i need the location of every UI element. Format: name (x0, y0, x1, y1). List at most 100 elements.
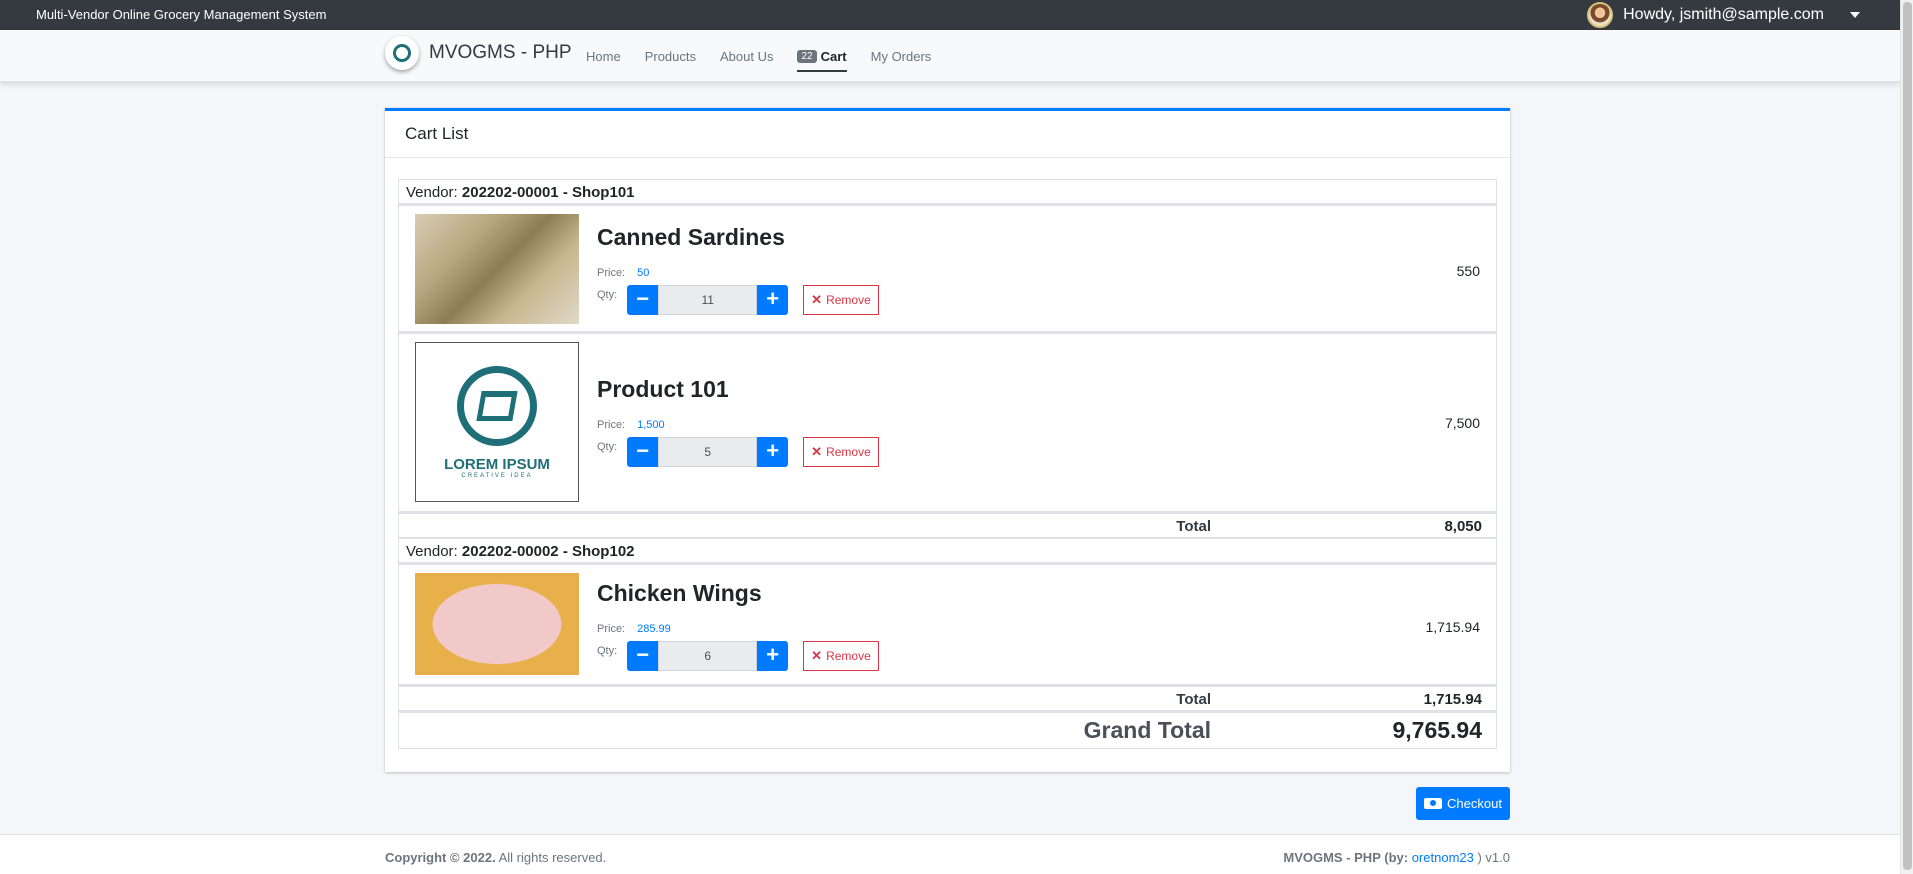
chevron-down-icon[interactable] (1850, 12, 1860, 18)
qty-input[interactable]: 5 (658, 437, 758, 467)
nav-cart[interactable]: 22 Cart (785, 30, 858, 82)
main-navbar: MVOGMS - PHP Home Products About Us 22 C… (0, 30, 1900, 82)
total-label: Total (1176, 691, 1211, 708)
vendor-label: Vendor: (406, 184, 458, 201)
nav-my-orders[interactable]: My Orders (859, 30, 944, 82)
nav-about-us[interactable]: About Us (708, 30, 785, 82)
author-link[interactable]: oretnom23 (1412, 850, 1474, 865)
cart-item: LOREM IPSUM CREATIVE IDEA Product 101 Pr… (398, 332, 1497, 512)
version-prefix: MVOGMS - PHP (by: (1283, 850, 1409, 865)
qty-label: Qty: (597, 289, 618, 301)
price-line: Price: 50 (597, 267, 649, 279)
qty-input[interactable]: 6 (658, 641, 758, 671)
remove-button[interactable]: ✕ Remove (803, 641, 879, 671)
plus-button[interactable]: + (757, 437, 789, 467)
minus-button[interactable]: − (627, 285, 659, 315)
copyright: Copyright © 2022. All rights reserved. (385, 850, 606, 865)
remove-label: Remove (826, 445, 871, 459)
checkout-label: Checkout (1447, 796, 1502, 811)
grand-total-label: Grand Total (1083, 717, 1211, 743)
grand-total-value: 9,765.94 (1392, 717, 1482, 743)
cart-shape (476, 390, 518, 421)
vendor-label: Vendor: (406, 543, 458, 560)
vendor-code: 202202-00002 - Shop102 (461, 543, 635, 560)
plus-button[interactable]: + (757, 285, 789, 315)
cart-count-badge: 22 (797, 49, 817, 63)
nav-links: Home Products About Us 22 Cart My Orders (574, 30, 943, 82)
price-value: 50 (637, 267, 650, 279)
cart-card: Cart List Vendor: 202202-00001 - Shop101… (385, 108, 1510, 772)
item-subtotal: 550 (1456, 263, 1480, 279)
brand-name[interactable]: MVOGMS - PHP (429, 42, 572, 64)
product-name: Canned Sardines (597, 224, 785, 250)
page: Multi-Vendor Online Grocery Management S… (0, 0, 1900, 874)
qty-control: Qty: − 6 + ✕ Remove (597, 641, 879, 671)
copyright-prefix: Copyright © 2022. (385, 850, 496, 865)
copyright-suffix: All rights reserved. (498, 850, 607, 865)
price-label: Price: (597, 267, 626, 279)
cart-table: Vendor: 202202-00001 - Shop101 Canned Sa… (398, 179, 1497, 749)
vendor-row: Vendor: 202202-00002 - Shop102 (398, 538, 1497, 563)
top-bar: Multi-Vendor Online Grocery Management S… (0, 0, 1900, 30)
nav-products[interactable]: Products (633, 30, 708, 82)
price-label: Price: (597, 419, 626, 431)
remove-button[interactable]: ✕ Remove (803, 285, 879, 315)
version-info: MVOGMS - PHP (by: oretnom23 ) v1.0 (1283, 850, 1510, 865)
price-line: Price: 1,500 (597, 419, 665, 431)
qty-label: Qty: (597, 441, 618, 453)
version-suffix: ) v1.0 (1477, 850, 1510, 865)
product-image (415, 573, 579, 675)
total-label: Total (1176, 518, 1211, 535)
product-name: Product 101 (597, 376, 729, 402)
cart-logo-icon (393, 44, 411, 62)
remove-button[interactable]: ✕ Remove (803, 437, 879, 467)
close-icon: ✕ (811, 648, 823, 663)
price-value: 1,500 (637, 419, 665, 431)
price-value: 285.99 (637, 623, 671, 635)
minus-button[interactable]: − (627, 641, 659, 671)
page-scrollbar[interactable] (1900, 0, 1913, 874)
remove-label: Remove (826, 649, 871, 663)
qty-input[interactable]: 11 (658, 285, 758, 315)
qty-label: Qty: (597, 645, 618, 657)
cart-logo-icon (457, 365, 537, 446)
close-icon: ✕ (811, 292, 823, 307)
product-image: LOREM IPSUM CREATIVE IDEA (415, 342, 579, 502)
nav-cart-label: Cart (820, 48, 847, 64)
vendor-code: 202202-00001 - Shop101 (461, 184, 635, 201)
item-subtotal: 1,715.94 (1425, 619, 1481, 635)
brand[interactable]: MVOGMS - PHP (385, 36, 572, 70)
cart-item: Chicken Wings Price: 285.99 Qty: − 6 + ✕ R… (398, 563, 1497, 685)
money-bill-icon (1424, 798, 1443, 809)
price-label: Price: (597, 623, 626, 635)
qty-control: Qty: − 5 + ✕ Remove (597, 437, 879, 467)
close-icon: ✕ (811, 444, 823, 459)
avatar[interactable] (1587, 2, 1614, 28)
user-greeting[interactable]: Howdy, jsmith@sample.com (1623, 6, 1824, 24)
qty-control: Qty: − 11 + ✕ Remove (597, 285, 879, 315)
logo-text: LOREM IPSUM (444, 455, 550, 473)
total-value: 8,050 (1444, 518, 1482, 535)
checkout-button[interactable]: Checkout (1416, 787, 1510, 820)
scrollbar-thumb[interactable] (1903, 2, 1912, 870)
vendor-total-row: Total 8,050 (398, 512, 1497, 538)
system-title: Multi-Vendor Online Grocery Management S… (36, 7, 327, 22)
card-title: Cart List (385, 111, 1510, 158)
total-value: 1,715.94 (1423, 691, 1482, 708)
product-name: Chicken Wings (597, 580, 762, 606)
product-image (415, 214, 579, 324)
brand-logo[interactable] (385, 36, 419, 70)
nav-home[interactable]: Home (574, 30, 633, 82)
cart-item: Canned Sardines Price: 50 Qty: − 11 + ✕ Re… (398, 204, 1497, 332)
vendor-total-row: Total 1,715.94 (398, 685, 1497, 711)
logo-subtext: CREATIVE IDEA (461, 472, 533, 479)
grand-total-row: Grand Total 9,765.94 (398, 711, 1497, 749)
footer: Copyright © 2022. All rights reserved. M… (0, 834, 1900, 874)
price-line: Price: 285.99 (597, 623, 671, 635)
minus-button[interactable]: − (627, 437, 659, 467)
item-subtotal: 7,500 (1444, 415, 1480, 431)
plus-button[interactable]: + (757, 641, 789, 671)
remove-label: Remove (826, 293, 871, 307)
user-menu[interactable]: Howdy, jsmith@sample.com (1587, 0, 1860, 30)
vendor-row: Vendor: 202202-00001 - Shop101 (398, 179, 1497, 204)
